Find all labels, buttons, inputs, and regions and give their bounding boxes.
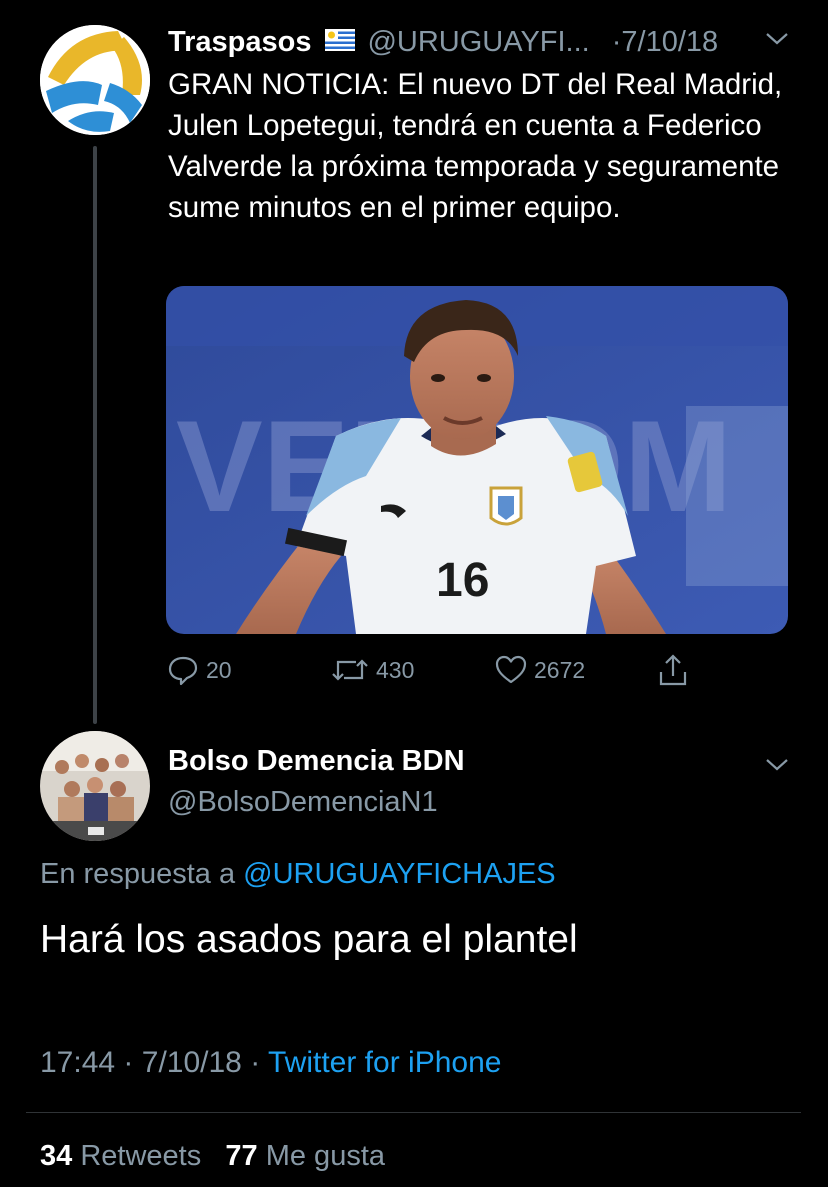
user-handle[interactable]: @URUGUAYFI... <box>367 26 589 59</box>
separator-dot: · <box>123 1046 134 1079</box>
reply-mention-link[interactable]: @URUGUAYFICHAJES <box>243 858 556 890</box>
tweet-photo[interactable]: VELCOM 16 <box>166 286 788 634</box>
share-action[interactable] <box>656 650 696 690</box>
tweet-date: 7/10/18 <box>141 1046 242 1079</box>
reply-user-handle[interactable]: @BolsoDemenciaN1 <box>168 786 438 819</box>
retweet-action[interactable]: 430 <box>330 650 414 690</box>
tweet-date[interactable]: 7/10/18 <box>621 26 718 59</box>
tweet-text: GRAN NOTICIA: El nuevo DT del Real Madri… <box>168 68 783 224</box>
reply-prefix: En respuesta a <box>40 858 236 890</box>
crowd-photo-avatar-icon <box>40 731 150 841</box>
likes-label: Me gusta <box>265 1140 386 1172</box>
tweet-actions: 20 430 2672 <box>166 650 726 690</box>
chevron-down-icon[interactable] <box>764 30 790 53</box>
retweets-count: 34 <box>40 1140 73 1172</box>
share-icon <box>659 654 687 686</box>
thread-connector-line <box>93 146 97 724</box>
retweets-label: Retweets <box>80 1140 202 1172</box>
retweets-stat[interactable]: 34 Retweets <box>40 1140 201 1172</box>
like-action[interactable]: 2672 <box>494 650 585 690</box>
separator-dot: · <box>611 25 622 58</box>
replying-to-line: En respuesta a @URUGUAYFICHAJES <box>40 858 556 891</box>
like-count: 2672 <box>534 656 586 683</box>
likes-count: 77 <box>225 1140 258 1172</box>
tweet-metadata: 17:44 · 7/10/18 · Twitter for iPhone <box>40 1046 501 1080</box>
reply-tweet-text: Hará los asados para el plantel <box>40 918 578 961</box>
retweet-icon <box>332 659 368 681</box>
reply-count: 20 <box>206 656 232 683</box>
uruguay-flag-icon <box>325 26 356 59</box>
jersey-number: 16 <box>436 554 489 607</box>
divider <box>26 1112 801 1113</box>
likes-stat[interactable]: 77 Me gusta <box>225 1140 385 1172</box>
tweet-source-link[interactable]: Twitter for iPhone <box>268 1046 501 1079</box>
tweet-stats: 34 Retweets 77 Me gusta <box>40 1140 385 1173</box>
traspasos-avatar[interactable] <box>40 25 150 135</box>
heart-icon <box>495 655 527 684</box>
player-photo-illustration: VELCOM 16 <box>166 286 788 634</box>
bolso-demencia-avatar[interactable] <box>40 731 150 841</box>
tweet-header: Traspasos @URUGUAYFI... · 7/10/18 <box>168 22 798 62</box>
volleyball-logo-icon <box>40 25 150 135</box>
chevron-down-icon[interactable] <box>764 756 790 779</box>
separator-dot: · <box>250 1046 261 1079</box>
reply-display-name[interactable]: Bolso Demencia BDN <box>168 745 465 778</box>
reply-action[interactable]: 20 <box>166 650 232 690</box>
reply-icon <box>168 656 198 686</box>
display-name[interactable]: Traspasos <box>168 26 311 59</box>
retweet-count: 430 <box>376 656 415 683</box>
tweet-time: 17:44 <box>40 1046 116 1079</box>
